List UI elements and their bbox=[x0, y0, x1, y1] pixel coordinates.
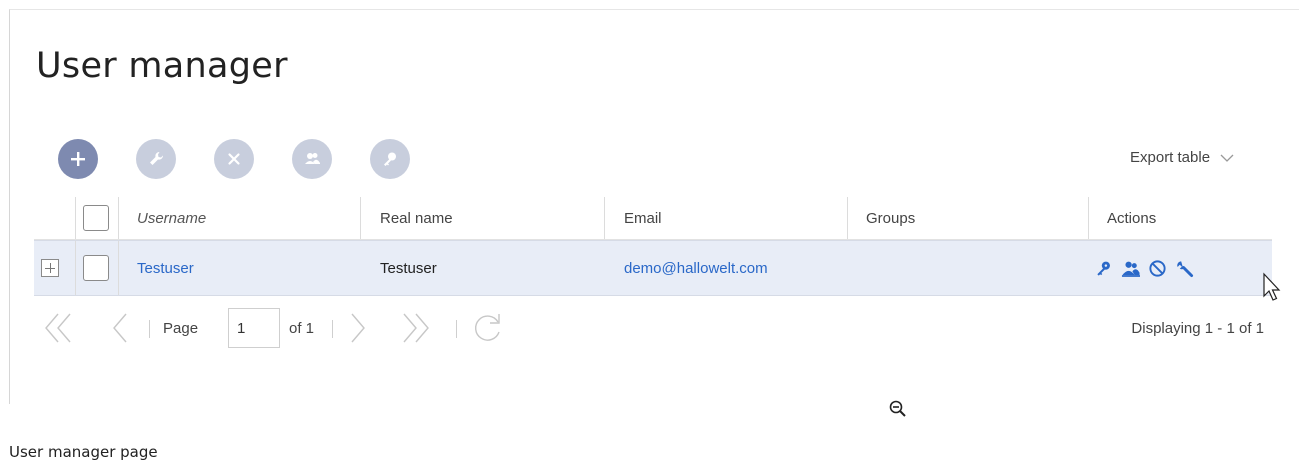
chevron-down-icon bbox=[1220, 154, 1234, 162]
row-select-cell bbox=[83, 241, 109, 295]
next-page-button[interactable] bbox=[344, 306, 372, 350]
zoom-out-icon[interactable] bbox=[888, 399, 908, 421]
block-icon[interactable] bbox=[1148, 259, 1167, 278]
export-table-label: Export table bbox=[1130, 149, 1211, 166]
column-header-real-name[interactable]: Real name bbox=[380, 197, 453, 239]
double-chevron-right-icon bbox=[403, 313, 429, 343]
last-page-button[interactable] bbox=[402, 306, 430, 350]
username-link[interactable]: Testuser bbox=[137, 241, 194, 295]
key-icon[interactable] bbox=[1094, 259, 1113, 278]
add-user-button[interactable] bbox=[58, 139, 98, 179]
pagination-bar: Page of 1 Displaying 1 - 1 of 1 bbox=[44, 306, 1264, 350]
plus-icon bbox=[71, 152, 85, 166]
column-header-groups[interactable]: Groups bbox=[866, 197, 915, 239]
password-button[interactable] bbox=[370, 139, 410, 179]
user-grid: Username Real name Email Groups Actions … bbox=[34, 197, 1272, 296]
select-all-cell bbox=[83, 197, 109, 239]
users-icon[interactable] bbox=[1121, 259, 1140, 278]
row-expander-cell bbox=[41, 241, 59, 295]
delete-user-button[interactable] bbox=[214, 139, 254, 179]
wrench-icon bbox=[150, 151, 164, 165]
mouse-cursor-icon bbox=[1263, 272, 1281, 301]
export-table-dropdown[interactable]: Export table bbox=[1130, 149, 1234, 166]
displaying-info: Displaying 1 - 1 of 1 bbox=[1131, 319, 1264, 337]
double-chevron-left-icon bbox=[45, 313, 71, 343]
grid-header: Username Real name Email Groups Actions bbox=[34, 197, 1272, 240]
close-icon bbox=[228, 153, 240, 165]
first-page-button[interactable] bbox=[44, 306, 72, 350]
column-header-email[interactable]: Email bbox=[624, 197, 662, 239]
users-icon bbox=[305, 153, 320, 164]
key-icon bbox=[384, 152, 396, 166]
email-link[interactable]: demo@hallowelt.com bbox=[624, 241, 768, 295]
column-header-actions: Actions bbox=[1107, 209, 1157, 227]
wrench-icon[interactable] bbox=[1175, 259, 1194, 278]
row-expander-icon[interactable] bbox=[41, 259, 59, 277]
edit-user-button[interactable] bbox=[136, 139, 176, 179]
chevron-left-icon bbox=[113, 313, 127, 343]
refresh-icon bbox=[474, 314, 500, 341]
row-actions bbox=[1094, 241, 1194, 295]
refresh-button[interactable] bbox=[472, 306, 504, 350]
page-number-input[interactable] bbox=[228, 308, 280, 348]
groups-button[interactable] bbox=[292, 139, 332, 179]
chevron-right-icon bbox=[351, 313, 365, 343]
real-name-cell: Testuser bbox=[380, 259, 437, 277]
page-count-label: of 1 bbox=[289, 319, 315, 337]
row-checkbox[interactable] bbox=[83, 255, 109, 281]
page-label: Page bbox=[163, 319, 199, 337]
column-header-username[interactable]: Username bbox=[137, 197, 206, 239]
previous-page-button[interactable] bbox=[106, 306, 134, 350]
table-row[interactable]: Testuser Testuser demo@hallowelt.com bbox=[34, 240, 1272, 296]
figure-caption: User manager page bbox=[9, 443, 158, 461]
select-all-checkbox[interactable] bbox=[83, 205, 109, 231]
page-title: User manager bbox=[36, 46, 288, 86]
